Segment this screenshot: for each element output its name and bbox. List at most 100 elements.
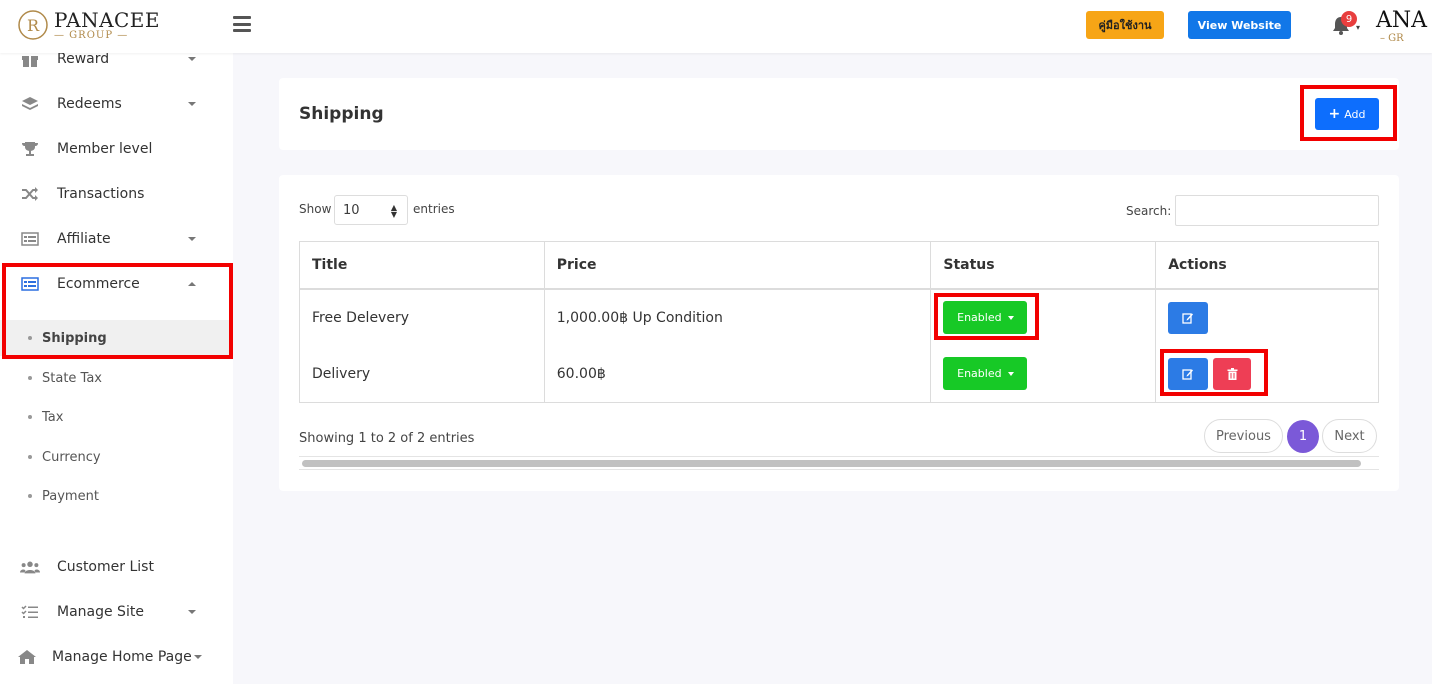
sidebar-item-label: Manage Home Page	[52, 649, 192, 665]
cell-actions	[1155, 288, 1379, 346]
bullet-icon	[28, 376, 32, 380]
submenu-label: Payment	[42, 488, 99, 504]
cell-status: Enabled	[930, 345, 1157, 403]
top-header: R PANACEE — GROUP — คู่มือใช้งาน View We…	[0, 0, 1432, 53]
chevron-down-icon	[188, 57, 196, 61]
users-icon	[20, 558, 40, 576]
sidebar-item-affiliate[interactable]: Affiliate	[0, 219, 233, 259]
cell-actions	[1155, 345, 1379, 403]
search-input[interactable]	[1175, 195, 1379, 226]
sidebar-item-manage-home-page[interactable]: Manage Home Page	[0, 637, 233, 677]
shipping-table-card: Show 10 ▲ ▼ entries Search: Title Price S…	[279, 175, 1399, 491]
caret-down-icon	[1007, 371, 1014, 376]
cell-status: Enabled	[930, 288, 1157, 346]
sort-arrows-icon: ▲ ▼	[390, 203, 397, 219]
shuffle-icon	[20, 185, 40, 203]
submenu-item-state-tax[interactable]: State Tax	[0, 360, 233, 396]
shipping-table: Title Price Status Actions Free Delevery…	[299, 241, 1379, 403]
bullet-icon	[28, 455, 32, 459]
column-header-actions[interactable]: Actions	[1155, 241, 1379, 290]
sidebar: Reward Redeems Member level Transactions…	[0, 51, 233, 684]
sidebar-item-label: Customer List	[57, 559, 154, 575]
submenu-label: State Tax	[42, 370, 102, 386]
submenu-item-payment[interactable]: Payment	[0, 478, 233, 514]
column-header-title[interactable]: Title	[299, 241, 545, 290]
plus-icon: +	[1328, 106, 1341, 122]
delete-button[interactable]	[1213, 357, 1252, 390]
sidebar-item-label: Reward	[57, 51, 110, 67]
edit-icon	[1182, 369, 1194, 380]
sidebar-item-label: Transactions	[57, 186, 145, 202]
column-header-status[interactable]: Status	[930, 241, 1157, 290]
horizontal-scrollbar[interactable]	[299, 456, 1379, 470]
status-dropdown-button[interactable]: Enabled	[943, 301, 1028, 334]
submenu-item-tax[interactable]: Tax	[0, 399, 233, 435]
submenu-label: Shipping	[42, 330, 107, 346]
table-row: Free Delevery 1,000.00฿ Up Condition Ena…	[299, 288, 1379, 346]
layers-icon	[20, 95, 40, 113]
tasks-icon	[20, 603, 40, 621]
pagination-page-button[interactable]: 1	[1287, 420, 1319, 453]
pagination-next-button[interactable]: Next	[1322, 419, 1377, 453]
view-website-button[interactable]: View Website	[1188, 11, 1291, 39]
table-info-text: Showing 1 to 2 of 2 entries	[299, 431, 475, 446]
table-header-row: Title Price Status Actions	[299, 241, 1379, 290]
column-header-price[interactable]: Price	[543, 241, 932, 290]
sidebar-item-manage-site[interactable]: Manage Site	[0, 592, 233, 632]
svg-text:R: R	[27, 16, 40, 35]
bullet-icon	[28, 494, 32, 498]
logo-text: PANACEE	[54, 8, 161, 32]
edit-button[interactable]	[1168, 301, 1209, 334]
menu-toggle-icon[interactable]	[233, 16, 251, 32]
bullet-icon	[28, 415, 32, 419]
cell-price: 1,000.00฿ Up Condition	[543, 288, 932, 346]
cell-title: Delivery	[299, 345, 545, 403]
crest-icon: R	[18, 10, 48, 40]
sidebar-item-redeems[interactable]: Redeems	[0, 84, 233, 124]
add-button[interactable]: + Add	[1315, 98, 1379, 130]
chevron-down-icon	[194, 655, 202, 659]
notification-badge: 9	[1341, 11, 1357, 27]
sidebar-item-label: Manage Site	[57, 604, 144, 620]
status-label: Enabled	[957, 367, 1002, 381]
trash-icon	[1227, 367, 1238, 380]
entries-select-value: 10	[343, 202, 360, 218]
chevron-down-icon	[188, 610, 196, 614]
search-label: Search:	[1126, 204, 1172, 218]
submenu-item-shipping[interactable]: Shipping	[0, 320, 233, 356]
list-icon	[20, 275, 40, 293]
logo-subtext: — GROUP —	[54, 30, 129, 41]
chevron-up-icon	[188, 282, 196, 286]
cell-title: Free Delevery	[299, 288, 545, 346]
submenu-label: Tax	[42, 409, 64, 425]
home-icon	[17, 648, 37, 666]
entries-per-page-select[interactable]: 10 ▲ ▼	[334, 195, 408, 225]
chevron-down-icon	[188, 102, 196, 106]
sidebar-item-customer-list[interactable]: Customer List	[0, 547, 233, 587]
sidebar-item-label: Affiliate	[57, 231, 111, 247]
submenu-item-currency[interactable]: Currency	[0, 439, 233, 475]
pagination-previous-button[interactable]: Previous	[1204, 419, 1283, 453]
sidebar-item-ecommerce[interactable]: Ecommerce	[0, 264, 233, 304]
show-label: Show	[299, 202, 332, 216]
status-label: Enabled	[957, 311, 1002, 324]
status-dropdown-button[interactable]: Enabled	[943, 357, 1028, 391]
chevron-down-icon	[188, 237, 196, 241]
bullet-icon	[28, 336, 32, 340]
edit-icon	[1182, 312, 1194, 324]
sidebar-item-label: Member level	[57, 141, 153, 157]
brand-logo-right[interactable]: ANA	[1376, 8, 1427, 33]
sidebar-item-transactions[interactable]: Transactions	[0, 174, 233, 214]
trophy-icon	[20, 140, 40, 158]
scrollbar-thumb[interactable]	[302, 460, 1361, 467]
panacee-logo[interactable]: R PANACEE — GROUP —	[16, 8, 160, 44]
edit-button[interactable]	[1168, 357, 1209, 390]
cell-price: 60.00฿	[543, 345, 932, 403]
brand-logo-right-sub: – GR	[1380, 33, 1404, 44]
submenu-label: Currency	[42, 449, 101, 465]
user-manual-button[interactable]: คู่มือใช้งาน	[1086, 11, 1164, 39]
chevron-down-icon[interactable]: ▾	[1356, 23, 1360, 32]
sidebar-item-member-level[interactable]: Member level	[0, 129, 233, 169]
add-button-label: Add	[1344, 107, 1366, 121]
entries-label: entries	[413, 202, 455, 216]
